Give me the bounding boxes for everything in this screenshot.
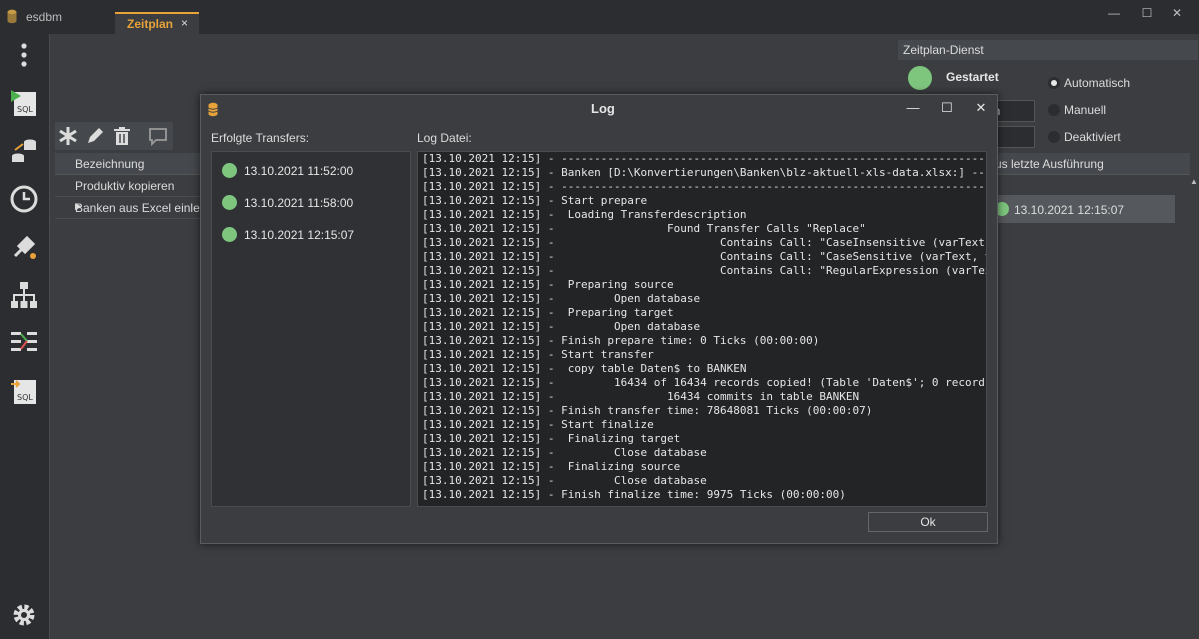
row-label: Produktiv kopieren xyxy=(75,179,175,193)
log-line: [13.10.2021 12:15] - Close database xyxy=(422,446,707,459)
transfer-time: 13.10.2021 11:58:00 xyxy=(244,196,354,210)
log-line: [13.10.2021 12:15] - Finish finalize tim… xyxy=(422,488,846,501)
tab-zeitplan[interactable]: Zeitplan × xyxy=(115,12,199,34)
pencil-icon[interactable] xyxy=(85,126,105,146)
transfer-time: 13.10.2021 11:52:00 xyxy=(244,164,354,178)
table-row[interactable]: 13.10.2021 12:15:07 xyxy=(985,195,1175,223)
radio-label-automatisch: Automatisch xyxy=(1064,76,1131,90)
column-header-status: atus letzte Ausführung xyxy=(985,157,1104,171)
log-line: [13.10.2021 12:15] - 16434 of 16434 reco… xyxy=(422,376,987,389)
log-line: [13.10.2021 12:15] - Loading Transferdes… xyxy=(422,208,747,221)
plug-icon[interactable] xyxy=(9,232,39,262)
status-grid-header[interactable]: atus letzte Ausführung xyxy=(985,153,1190,175)
log-dialog: Log — ☐ ✕ Erfolgte Transfers: Log Datei:… xyxy=(200,94,998,544)
table-row[interactable]: Produktiv kopieren xyxy=(55,175,205,197)
asterisk-icon[interactable] xyxy=(58,126,78,146)
log-line: [13.10.2021 12:15] - Start transfer xyxy=(422,348,654,361)
log-line: [13.10.2021 12:15] - Preparing target xyxy=(422,306,674,319)
schedule-grid: Bezeichnung Produktiv kopieren ▶ Banken … xyxy=(55,153,206,223)
vertical-scrollbar[interactable]: ▲ xyxy=(1190,175,1199,635)
clock-icon[interactable] xyxy=(9,184,39,214)
log-line: [13.10.2021 12:15] - Contains Call: "Cas… xyxy=(422,236,987,249)
column-header-bezeichnung: Bezeichnung xyxy=(75,157,145,171)
window-minimize-button[interactable]: — xyxy=(1104,6,1124,22)
radio-label-deaktiviert: Deaktiviert xyxy=(1064,130,1121,144)
log-line: [13.10.2021 12:15] - Start prepare xyxy=(422,194,648,207)
svg-text:SQL: SQL xyxy=(17,105,33,114)
radio-manuell[interactable] xyxy=(1048,104,1060,116)
window-close-button[interactable]: ✕ xyxy=(1167,6,1187,22)
log-line: [13.10.2021 12:15] - Banken [D:\Konverti… xyxy=(422,166,987,179)
dialog-title: Log xyxy=(591,101,615,116)
log-line: [13.10.2021 12:15] - 16434 commits in ta… xyxy=(422,390,860,403)
status-grid: atus letzte Ausführung 13.10.2021 12:15:… xyxy=(985,153,1190,223)
log-line: [13.10.2021 12:15] - Finalizing target xyxy=(422,432,681,445)
left-sidebar: SQL SQL xyxy=(0,34,49,639)
schedule-toolbar xyxy=(55,122,173,150)
svg-text:SQL: SQL xyxy=(17,393,33,402)
dialog-minimize-button[interactable]: — xyxy=(904,100,922,118)
window-maximize-button[interactable]: ☐ xyxy=(1137,6,1157,22)
log-line: [13.10.2021 12:15] - Contains Call: "Reg… xyxy=(422,264,987,277)
transfer-status-indicator xyxy=(222,163,237,178)
transfer-time: 13.10.2021 12:15:07 xyxy=(244,228,355,242)
hierarchy-icon[interactable] xyxy=(9,280,39,310)
sql-run-icon[interactable]: SQL xyxy=(9,88,39,118)
dialog-title-bar: Log — ☐ ✕ xyxy=(201,95,997,123)
log-file-label: Log Datei: xyxy=(417,131,472,145)
ok-button[interactable]: Ok xyxy=(868,512,988,532)
mapping-icon[interactable] xyxy=(9,328,39,358)
database-transfer-icon[interactable] xyxy=(9,136,39,166)
app-window: esdbm Zeitplan × — ☐ ✕ SQL SQL Bezeichnu… xyxy=(0,0,1199,639)
log-line: [13.10.2021 12:15] - Close database xyxy=(422,474,707,487)
trash-icon[interactable] xyxy=(112,126,132,146)
log-line: [13.10.2021 12:15] - Open database xyxy=(422,292,701,305)
log-line: [13.10.2021 12:15] - Preparing source xyxy=(422,278,674,291)
settings-icon[interactable] xyxy=(9,600,39,630)
tab-label: Zeitplan xyxy=(127,17,174,31)
log-line: [13.10.2021 12:15] - copy table Daten$ t… xyxy=(422,362,747,375)
table-row[interactable]: ▶ Banken aus Excel einles xyxy=(55,197,206,219)
radio-label-manuell: Manuell xyxy=(1064,103,1107,117)
radio-automatisch[interactable] xyxy=(1048,77,1060,89)
sql-export-icon[interactable]: SQL xyxy=(9,376,39,406)
service-panel-title: Zeitplan-Dienst xyxy=(903,43,984,57)
log-line: [13.10.2021 12:15] - Found Transfer Call… xyxy=(422,222,866,235)
log-line: [13.10.2021 12:15] - Finalizing source xyxy=(422,460,681,473)
last-run-value: 13.10.2021 12:15:07 xyxy=(1014,203,1125,217)
log-line: [13.10.2021 12:15] - Finish prepare time… xyxy=(422,334,820,347)
title-bar: esdbm Zeitplan × — ☐ ✕ xyxy=(0,0,1199,34)
grid-header[interactable]: Bezeichnung xyxy=(55,153,205,175)
dialog-close-button[interactable]: ✕ xyxy=(972,100,990,118)
radio-deaktiviert[interactable] xyxy=(1048,131,1060,143)
database-icon xyxy=(208,102,218,117)
transfer-status-indicator xyxy=(222,195,237,210)
log-line: [13.10.2021 12:15] - Open database xyxy=(422,320,701,333)
log-line: [13.10.2021 12:15] - -------------------… xyxy=(422,180,986,193)
scroll-up-icon[interactable]: ▲ xyxy=(1190,177,1198,186)
comment-icon[interactable] xyxy=(148,126,168,146)
service-panel-header: Zeitplan-Dienst xyxy=(898,40,1198,60)
transfers-label: Erfolgte Transfers: xyxy=(211,131,310,145)
row-label: Banken aus Excel einles xyxy=(75,201,206,215)
tab-close-icon[interactable]: × xyxy=(181,16,188,30)
log-line: [13.10.2021 12:15] - -------------------… xyxy=(422,152,986,165)
dialog-maximize-button[interactable]: ☐ xyxy=(938,100,956,118)
database-icon xyxy=(7,9,17,24)
log-line: [13.10.2021 12:15] - Start finalize xyxy=(422,418,654,431)
more-vertical-icon[interactable] xyxy=(9,40,39,70)
log-line: [13.10.2021 12:15] - Contains Call: "Cas… xyxy=(422,250,987,263)
transfers-list: 13.10.2021 11:52:00 13.10.2021 11:58:00 … xyxy=(211,151,411,507)
service-status-indicator xyxy=(908,66,932,90)
service-status-text: Gestartet xyxy=(946,70,999,84)
log-line: [13.10.2021 12:15] - Finish transfer tim… xyxy=(422,404,873,417)
transfer-status-indicator xyxy=(222,227,237,242)
log-text-area[interactable]: [13.10.2021 12:15] - -------------------… xyxy=(417,151,987,507)
app-name: esdbm xyxy=(26,10,63,24)
